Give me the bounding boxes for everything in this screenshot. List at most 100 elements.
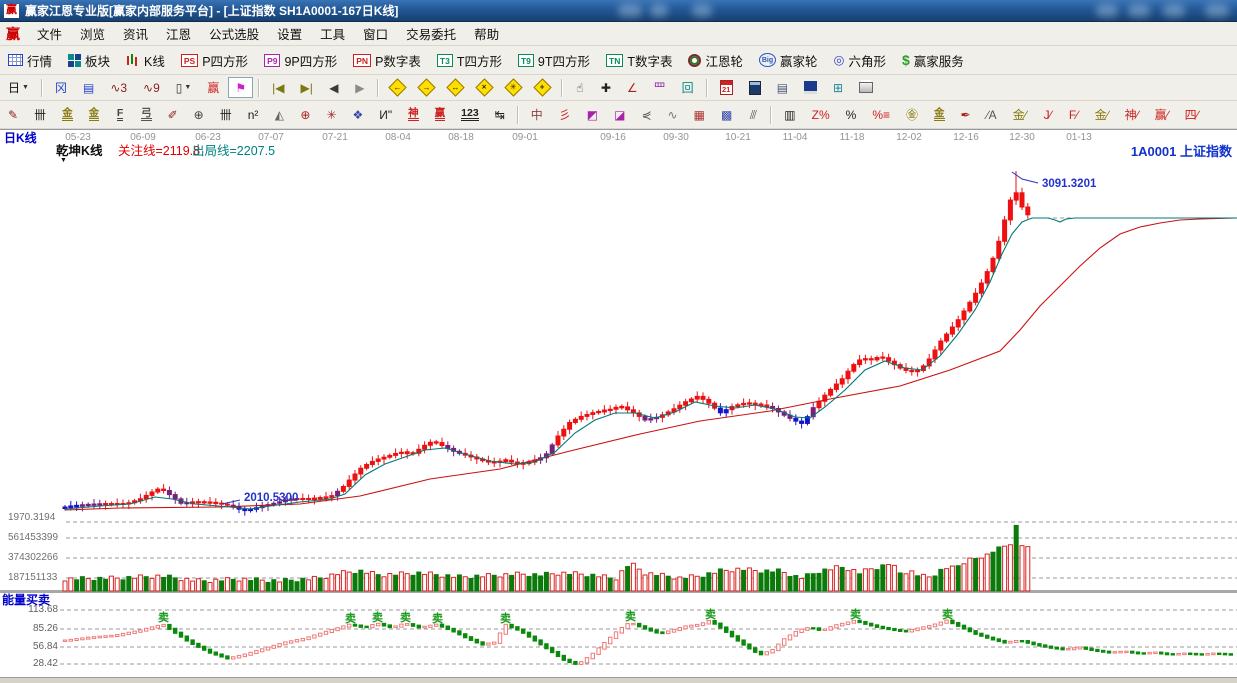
menu-item-tools[interactable]: 工具 — [311, 22, 354, 45]
share-tool-tool-button[interactable]: ⊞ — [826, 77, 850, 98]
pen-tool-tool-button[interactable]: ✎ — [1, 104, 25, 125]
gold-ratio-grid-a-tool-button[interactable]: 金 — [55, 104, 80, 125]
angle-measure-tool-tool-button[interactable]: ∠ — [620, 77, 645, 98]
t9-square-button[interactable]: T9 9T四方形 — [510, 48, 598, 72]
parallel-lines-tool-button[interactable]: ⫻ — [741, 104, 765, 125]
shen-grid-tool-tool-button[interactable]: 神 — [401, 104, 426, 125]
spiral-grid-tool-button[interactable]: 弓 — [134, 104, 159, 125]
t-square-button[interactable]: T3 T四方形 — [429, 48, 510, 72]
close-button-blurred[interactable] — [1205, 4, 1229, 17]
menu-item-help[interactable]: 帮助 — [465, 22, 508, 45]
flag-pen-tool-tool-button[interactable]: ✒ — [954, 104, 978, 125]
line-ruler-tool-button[interactable]: 卌 — [213, 104, 239, 125]
menu-item-window[interactable]: 窗口 — [354, 22, 397, 45]
hexagon-button[interactable]: ◎ 六角形 — [826, 48, 894, 72]
menu-item-settings[interactable]: 设置 — [268, 22, 311, 45]
calendar-tool-tool-button[interactable]: 21 — [713, 77, 740, 98]
period-day-select-tool-button[interactable]: 日 ▼ — [1, 77, 36, 98]
f-angle-tool-tool-button[interactable]: F∕ — [1062, 104, 1086, 125]
gann-arrow-left-tool-button[interactable]: ← — [384, 77, 411, 98]
menu-item-trade-order[interactable]: 交易委托 — [397, 22, 465, 45]
gold-ratio-grid-b-tool-button[interactable]: 金 — [82, 104, 107, 125]
menu-item-file[interactable]: 文件 — [28, 22, 71, 45]
gann-arrow-plus-tool-button[interactable]: + — [529, 77, 556, 98]
chart-area[interactable]: 3091.3201 2010.5300 卖 卖 卖 卖 卖 卖 卖 卖 卖 卖 日K线 05-23 06… — [0, 129, 1237, 683]
horizontal-scrollbar[interactable] — [0, 677, 1237, 683]
sectors-button[interactable]: 板块 — [60, 48, 118, 72]
gann-box-tool-tool-button[interactable]: 冈 — [48, 77, 74, 98]
boxed-star-tool-tool-button[interactable]: ❖ — [346, 104, 371, 125]
wave-count-tool-tool-button[interactable]: И" — [372, 104, 399, 125]
circle-cross-tool-tool-button[interactable]: ⊕ — [293, 104, 317, 125]
price-grid-b-tool-button[interactable]: ▩ — [714, 104, 739, 125]
ying-grid-tool-tool-button[interactable]: 赢 — [428, 104, 453, 125]
ruler-123-tool-button[interactable]: 123 — [454, 104, 486, 125]
candle-style-select-tool-button[interactable]: ▯ ▼ — [169, 77, 199, 98]
area-tool-tool-button[interactable]: 罒 — [647, 77, 673, 98]
column-stats-tool-button[interactable]: ▥ — [777, 104, 802, 125]
p-square-button[interactable]: PS P四方形 — [173, 48, 256, 72]
percent-lines-tool-button[interactable]: %≡ — [865, 104, 897, 125]
ying-analysis-tool-button[interactable]: 赢 — [200, 77, 226, 98]
gold-line-tool-tool-button[interactable]: 金 — [927, 104, 952, 125]
info-panel-tool-button[interactable]: ▤ — [76, 77, 101, 98]
menu-item-browse[interactable]: 浏览 — [71, 22, 114, 45]
pen-tool-2-tool-button[interactable]: ✐ — [161, 104, 185, 125]
menu-item-formula-stock-pick[interactable]: 公式选股 — [200, 22, 268, 45]
minimize-button-blurred[interactable] — [1096, 4, 1118, 17]
notes-tool-tool-button[interactable]: ▤ — [770, 77, 795, 98]
gann-arrow-cross-tool-button[interactable]: × — [471, 77, 498, 98]
circle-ruler-tool-button[interactable]: ⊕ — [187, 104, 211, 125]
color-fan-b-tool-button[interactable]: ◪ — [607, 104, 632, 125]
gold-circle-tool-tool-button[interactable]: ㊎ — [899, 104, 925, 125]
p-number-table-button[interactable]: PN P数字表 — [345, 48, 429, 72]
center-cross-square-tool-button[interactable]: 中 — [524, 104, 550, 125]
p9-square-button[interactable]: P9 9P四方形 — [256, 48, 345, 72]
gold-angle-tool-2-tool-button[interactable]: 金∕ — [1088, 104, 1116, 125]
shen-angle-tool-tool-button[interactable]: 神∕ — [1118, 104, 1146, 125]
gold-angle-tool-tool-button[interactable]: 金∕ — [1006, 104, 1034, 125]
wave-3-tool-tool-button[interactable]: ∿3 — [103, 77, 134, 98]
rays-fan-tool-button[interactable]: 彡 — [552, 104, 578, 125]
step-back-tool-button[interactable]: ◀ — [322, 77, 346, 98]
si-angle-tool-tool-button[interactable]: 四∕ — [1178, 104, 1206, 125]
menu-item-news[interactable]: 资讯 — [114, 22, 157, 45]
kline-button[interactable]: K线 — [118, 48, 173, 72]
zigzag-tool-tool-button[interactable]: ∿ — [661, 104, 685, 125]
color-fan-a-tool-button[interactable]: ◩ — [580, 104, 605, 125]
gann-arrow-right-tool-button[interactable]: → — [413, 77, 440, 98]
gann-arrow-star-tool-button[interactable]: ✳ — [500, 77, 527, 98]
winner-service-button[interactable]: $ 赢家服务 — [894, 48, 972, 72]
print-tool-tool-button[interactable] — [852, 77, 880, 98]
star-rays-tool-tool-button[interactable]: ✳ — [319, 104, 343, 125]
gann-line-grid-tool-button[interactable]: 卌 — [27, 104, 53, 125]
angle-fan-tool-button[interactable]: ⋞ — [634, 104, 658, 125]
wave-a-tool-tool-button[interactable]: ∕A — [980, 104, 1004, 125]
step-forward-tool-button[interactable]: ▶ — [348, 77, 372, 98]
hand-tool-tool-button[interactable]: ☝ — [568, 77, 592, 98]
go-last-tool-button[interactable]: ▶| — [293, 77, 319, 98]
fibo-grid-tool-button[interactable]: F — [108, 104, 132, 125]
ying-angle-tool-tool-button[interactable]: 赢∕ — [1148, 104, 1176, 125]
spiral-tool-tool-button[interactable]: 回 — [675, 77, 701, 98]
percent-zone-tool-button[interactable]: Z% — [805, 104, 837, 125]
winner-wheel-button[interactable]: Big 赢家轮 — [751, 48, 826, 72]
save-tool-tool-button[interactable] — [797, 77, 824, 98]
crosshair-tool-tool-button[interactable]: ✚ — [594, 77, 618, 98]
chart-canvas[interactable]: 3091.3201 2010.5300 卖 卖 卖 卖 卖 卖 卖 卖 卖 卖 — [0, 130, 1237, 683]
mirror-angle-tool-tool-button[interactable]: ◭ — [267, 104, 291, 125]
percent-tool-tool-button[interactable]: % — [839, 104, 864, 125]
n-square-tool-tool-button[interactable]: n² — [241, 104, 266, 125]
calculator-tool-tool-button[interactable] — [742, 77, 768, 98]
wave-9-tool-tool-button[interactable]: ∿9 — [136, 77, 167, 98]
gann-arrow-horizontal-tool-button[interactable]: ↔ — [442, 77, 469, 98]
t-number-table-button[interactable]: TN T数字表 — [598, 48, 680, 72]
gann-wheel-button[interactable]: 江恩轮 — [680, 48, 751, 72]
restore-button-blurred[interactable] — [1163, 4, 1185, 17]
price-grid-a-tool-button[interactable]: ▦ — [687, 104, 712, 125]
maximize-button-blurred[interactable] — [1128, 4, 1150, 17]
volume-flag-tool-button[interactable]: ⚑ — [228, 77, 254, 98]
quotes-button[interactable]: 行情 — [0, 48, 60, 72]
j-angle-tool-tool-button[interactable]: J∕ — [1036, 104, 1060, 125]
span-measure-tool-button[interactable]: ↹ — [488, 104, 512, 125]
